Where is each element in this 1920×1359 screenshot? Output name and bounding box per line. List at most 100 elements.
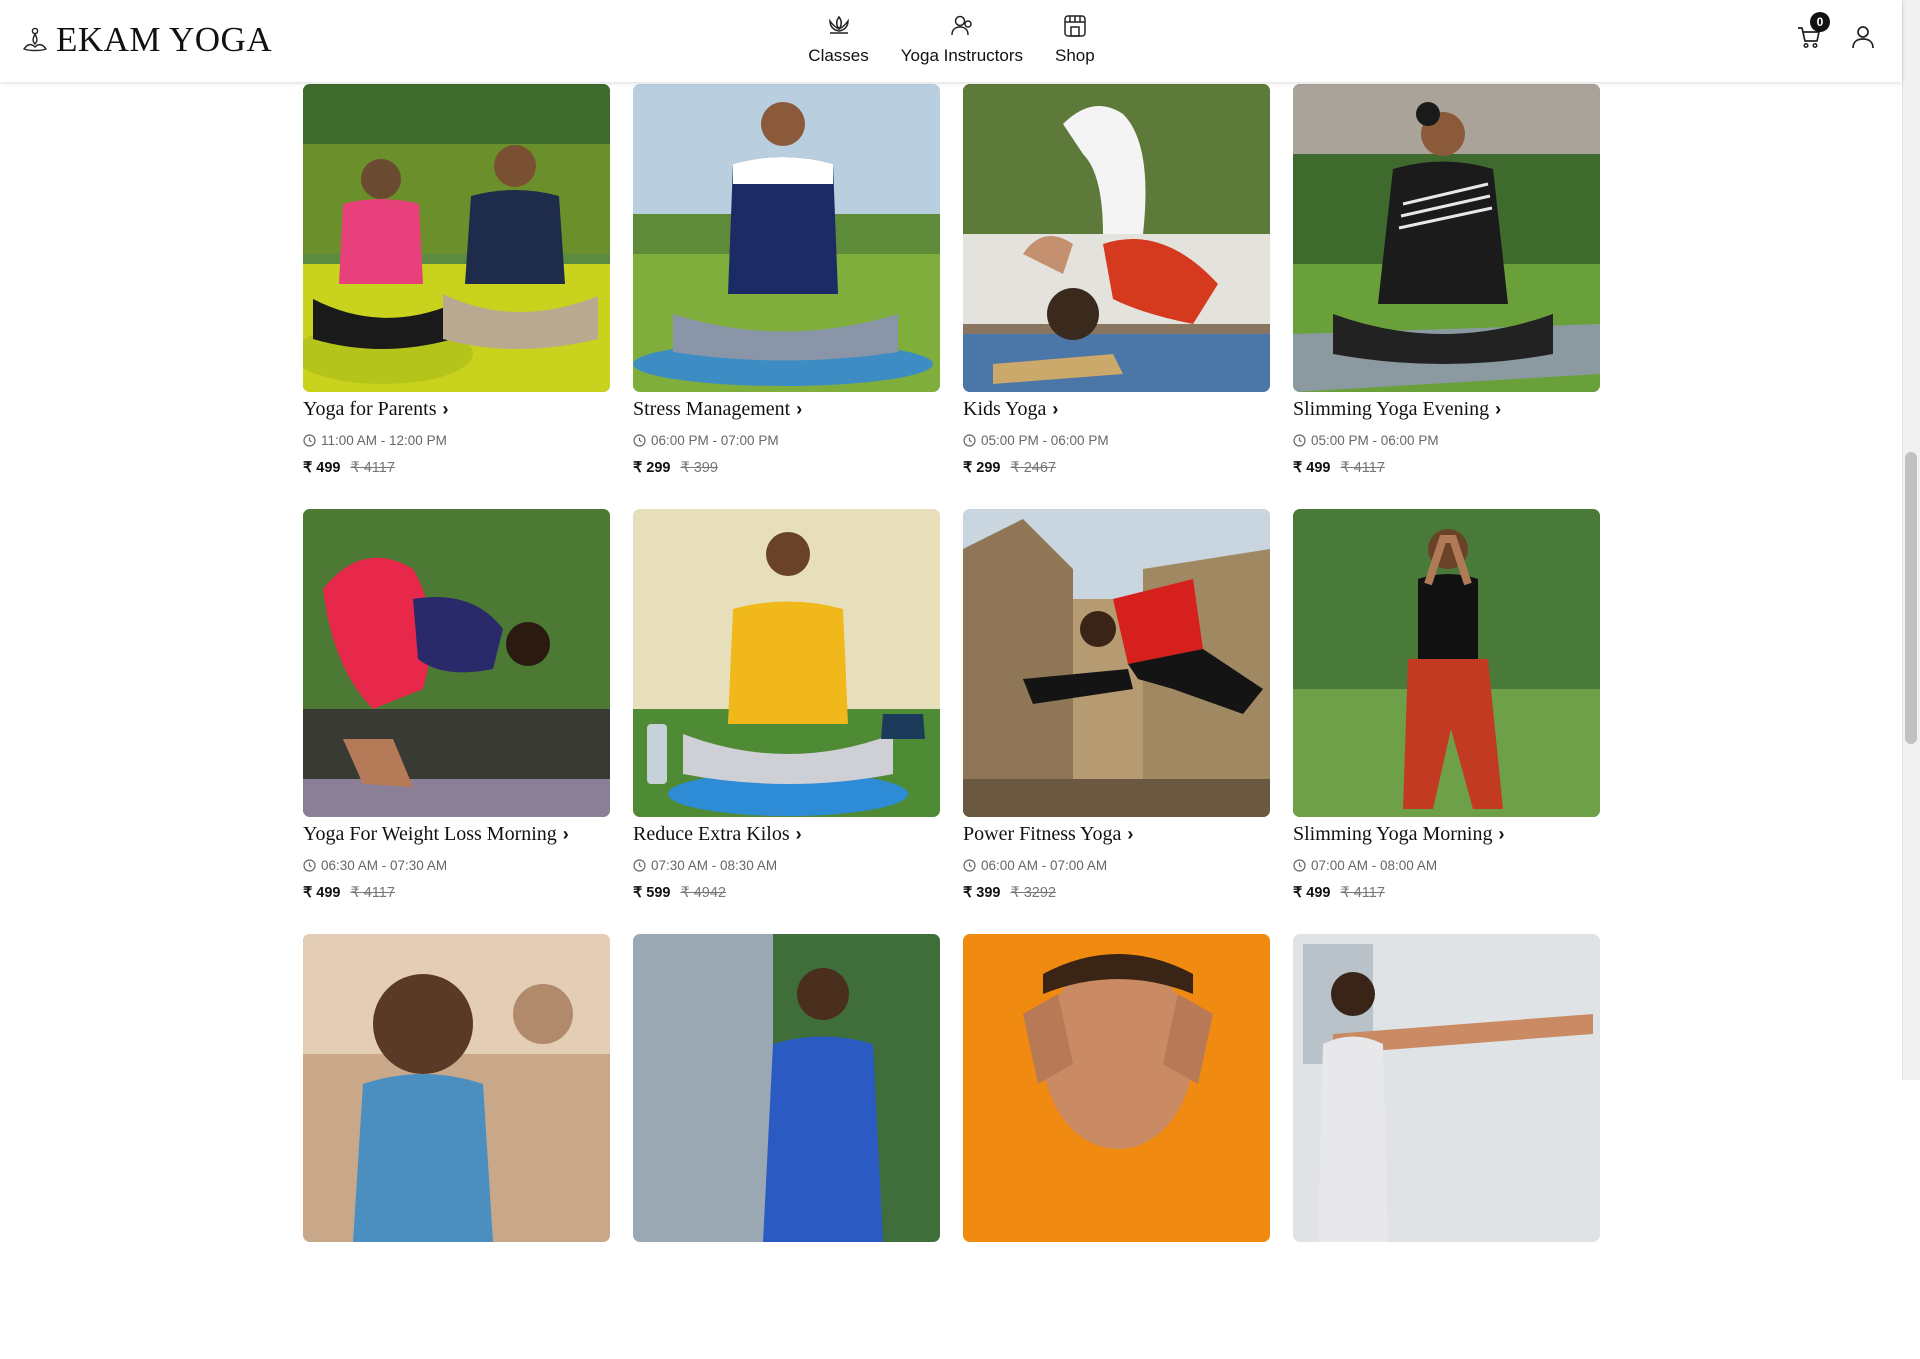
class-time: 06:00 AM - 07:00 AM — [963, 858, 1270, 873]
price-original: ₹ 399 — [680, 460, 718, 476]
nav-classes[interactable]: Classes — [808, 12, 869, 66]
class-photo — [963, 934, 1270, 1242]
class-image[interactable] — [303, 84, 610, 392]
class-photo — [633, 509, 940, 817]
class-title-link[interactable]: Slimming Yoga Evening › — [1293, 398, 1600, 421]
class-time-text: 07:00 AM - 08:00 AM — [1311, 858, 1438, 873]
class-card[interactable]: Power Fitness Yoga › 06:00 AM - 07:00 AM… — [963, 509, 1270, 934]
class-title-link[interactable]: Reduce Extra Kilos › — [633, 823, 940, 846]
class-time-text: 06:00 PM - 07:00 PM — [651, 433, 779, 448]
class-card[interactable]: Stress Management › 06:00 PM - 07:00 PM … — [633, 84, 940, 509]
class-photo — [963, 509, 1270, 817]
class-title-link[interactable]: Kids Yoga › — [963, 398, 1270, 421]
class-title-link[interactable]: Power Fitness Yoga › — [963, 823, 1270, 846]
lotus-icon — [828, 15, 849, 34]
price-current: ₹ 299 — [963, 460, 1001, 476]
class-image[interactable] — [303, 509, 610, 817]
class-photo — [303, 84, 610, 392]
class-image[interactable] — [1293, 934, 1600, 1242]
class-grid: Yoga for Parents › 11:00 AM - 12:00 PM ₹… — [303, 84, 1600, 1359]
class-photo — [633, 934, 940, 1242]
site-header: EKAM YOGA Classes Yoga Instructors Shop … — [0, 0, 1902, 82]
cart-count-badge: 0 — [1810, 12, 1830, 32]
class-title: Reduce Extra Kilos — [633, 823, 790, 845]
class-title-link[interactable]: Slimming Yoga Morning › — [1293, 823, 1600, 846]
class-title-link[interactable]: Yoga For Weight Loss Morning › — [303, 823, 610, 846]
price-current: ₹ 299 — [633, 460, 671, 476]
class-photo — [1293, 84, 1600, 392]
class-photo — [633, 84, 940, 392]
class-card[interactable]: Yoga for Parents › 11:00 AM - 12:00 PM ₹… — [303, 84, 610, 509]
price-original: ₹ 2467 — [1010, 460, 1056, 476]
class-image[interactable] — [303, 934, 610, 1242]
class-title: Yoga For Weight Loss Morning — [303, 823, 557, 845]
price-original: ₹ 3292 — [1010, 885, 1056, 901]
nav-yoga-instructors[interactable]: Yoga Instructors — [901, 12, 1023, 66]
class-image[interactable] — [963, 934, 1270, 1242]
class-card[interactable]: Yoga For Weight Loss Morning › 06:30 AM … — [303, 509, 610, 934]
price-original: ₹ 4117 — [1340, 885, 1385, 901]
nav-label: Classes — [808, 46, 869, 65]
class-price: ₹ 299 ₹ 2467 — [963, 460, 1270, 476]
clock-icon — [1293, 859, 1306, 872]
cart-button[interactable]: 0 — [1796, 12, 1830, 52]
class-image[interactable] — [963, 84, 1270, 392]
class-image[interactable] — [1293, 84, 1600, 392]
class-price: ₹ 399 ₹ 3292 — [963, 885, 1270, 901]
class-card[interactable] — [633, 934, 940, 1359]
chevron-right-icon: › — [1498, 824, 1505, 844]
chevron-right-icon: › — [1127, 824, 1134, 844]
class-price: ₹ 299 ₹ 399 — [633, 460, 940, 476]
chevron-right-icon: › — [442, 399, 449, 419]
class-time: 07:00 AM - 08:00 AM — [1293, 858, 1600, 873]
class-price: ₹ 499 ₹ 4117 — [303, 460, 610, 476]
class-card[interactable]: Slimming Yoga Evening › 05:00 PM - 06:00… — [1293, 84, 1600, 509]
header-actions: 0 — [1796, 12, 1878, 52]
class-card[interactable] — [303, 934, 610, 1359]
class-title: Yoga for Parents — [303, 398, 437, 420]
class-photo — [303, 934, 610, 1242]
class-price: ₹ 499 ₹ 4117 — [1293, 885, 1600, 901]
shop-icon — [1064, 15, 1086, 37]
clock-icon — [303, 434, 316, 447]
profile-button[interactable] — [1850, 24, 1878, 52]
class-time-text: 05:00 PM - 06:00 PM — [1311, 433, 1439, 448]
class-image[interactable] — [963, 509, 1270, 817]
class-title: Slimming Yoga Morning — [1293, 823, 1493, 845]
nav-label: Yoga Instructors — [900, 46, 1023, 65]
price-original: ₹ 4117 — [1340, 460, 1385, 476]
class-title: Slimming Yoga Evening — [1293, 398, 1490, 420]
class-time: 05:00 PM - 06:00 PM — [963, 433, 1270, 448]
class-photo — [963, 84, 1270, 392]
price-current: ₹ 499 — [1293, 885, 1331, 901]
price-current: ₹ 499 — [1293, 460, 1331, 476]
price-current: ₹ 499 — [303, 460, 341, 476]
class-image[interactable] — [633, 84, 940, 392]
class-image[interactable] — [633, 509, 940, 817]
page-scrollbar[interactable] — [1902, 0, 1920, 1080]
class-image[interactable] — [1293, 509, 1600, 817]
class-title: Kids Yoga — [963, 398, 1047, 420]
class-time: 05:00 PM - 06:00 PM — [1293, 433, 1600, 448]
class-title-link[interactable]: Stress Management › — [633, 398, 940, 421]
clock-icon — [963, 859, 976, 872]
class-time-text: 06:00 AM - 07:00 AM — [981, 858, 1108, 873]
class-card[interactable]: Slimming Yoga Morning › 07:00 AM - 08:00… — [1293, 509, 1600, 934]
class-time-text: 05:00 PM - 06:00 PM — [981, 433, 1109, 448]
scrollbar-thumb[interactable] — [1905, 452, 1917, 744]
class-card[interactable] — [963, 934, 1270, 1359]
class-image[interactable] — [633, 934, 940, 1242]
clock-icon — [633, 859, 646, 872]
class-card[interactable] — [1293, 934, 1600, 1359]
clock-icon — [633, 434, 646, 447]
price-original: ₹ 4942 — [680, 885, 726, 901]
class-price: ₹ 499 ₹ 4117 — [303, 885, 610, 901]
class-title-link[interactable]: Yoga for Parents › — [303, 398, 610, 421]
class-card[interactable]: Kids Yoga › 05:00 PM - 06:00 PM ₹ 299 ₹ … — [963, 84, 1270, 509]
class-time-text: 11:00 AM - 12:00 PM — [321, 433, 447, 448]
nav-shop[interactable]: Shop — [1055, 12, 1095, 66]
class-time: 11:00 AM - 12:00 PM — [303, 433, 610, 448]
clock-icon — [963, 434, 976, 447]
class-card[interactable]: Reduce Extra Kilos › 07:30 AM - 08:30 AM… — [633, 509, 940, 934]
price-original: ₹ 4117 — [350, 885, 395, 901]
